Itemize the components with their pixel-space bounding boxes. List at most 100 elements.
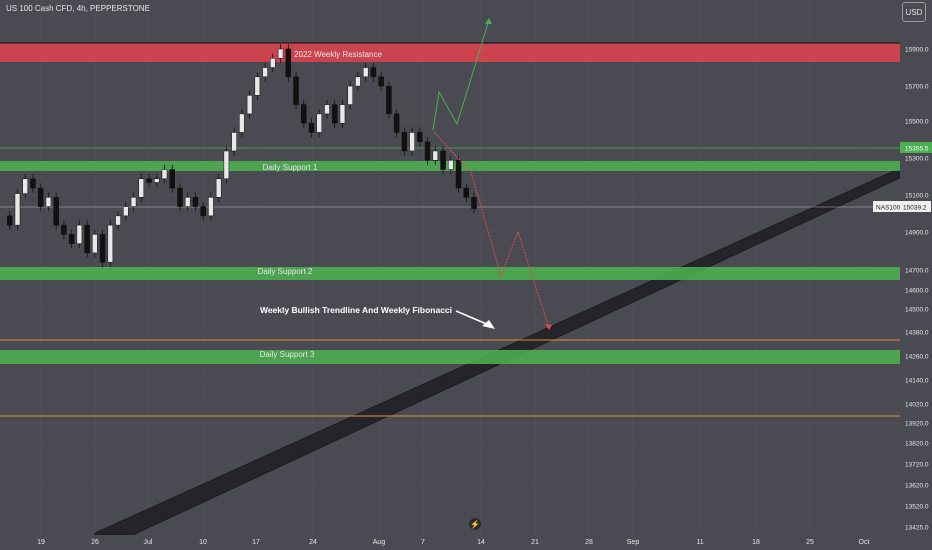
y-tick-label: 15900.0 [905, 47, 929, 54]
candle-body [177, 187, 183, 207]
x-tick-label: 28 [585, 539, 593, 546]
x-tick-label: 18 [752, 539, 760, 546]
y-tick-label: 14140.0 [905, 378, 929, 385]
zone-label: Daily Support 3 [260, 350, 315, 359]
candle-body [30, 178, 36, 189]
candle-body [223, 150, 230, 180]
y-tick-label: 15300.0 [905, 156, 929, 163]
candle-body [115, 215, 121, 226]
candle-body [53, 197, 59, 226]
y-tick-label: 15100.0 [905, 193, 929, 200]
candle-body [378, 76, 384, 87]
candle-body [331, 104, 338, 124]
candle-body [355, 76, 361, 87]
x-tick-label: 7 [421, 539, 425, 546]
zone-label: 2022 Weekly Resistance [294, 50, 382, 59]
y-tick-label: 15500.0 [905, 119, 929, 126]
candle-body [192, 197, 199, 207]
x-tick-label: Jul [144, 539, 153, 546]
chart-title: US 100 Cash CFD, 4h, PEPPERSTONE [6, 4, 150, 13]
candle-body [169, 169, 175, 189]
zone-label: Daily Support 2 [258, 267, 313, 276]
symbol-label: NAS100 [876, 205, 901, 212]
x-tick-label: Oct [859, 539, 870, 546]
candle-body [463, 187, 470, 198]
candle-body [254, 76, 261, 96]
candle-body [285, 48, 292, 78]
candle-body [107, 224, 114, 263]
candle-body [339, 104, 346, 124]
candle-body [6, 215, 13, 226]
candle-body [262, 67, 268, 78]
candle-body [138, 178, 145, 198]
candle-body [409, 132, 415, 152]
candle-body [45, 197, 52, 207]
candle-body [455, 159, 462, 189]
y-tick-label: 13520.0 [905, 504, 929, 511]
candle-body [14, 193, 21, 226]
y-tick-label: 14900.0 [905, 230, 929, 237]
candle-body [184, 197, 191, 207]
candle-body [393, 113, 400, 133]
candle-body [239, 113, 245, 133]
candle-body [208, 197, 214, 217]
y-tick-label: 14500.0 [905, 307, 929, 314]
x-tick-label: 14 [477, 539, 485, 546]
x-tick-label: 19 [37, 539, 45, 546]
candle-body [61, 224, 67, 235]
candle-body [448, 159, 454, 170]
y-tick-label: 13620.0 [905, 483, 929, 490]
x-tick-label: 17 [252, 539, 260, 546]
zone-label: Daily Support 1 [263, 163, 318, 172]
candle-body [316, 113, 322, 133]
y-tick-label: 13820.0 [905, 441, 929, 448]
currency-button[interactable]: USD [902, 2, 926, 22]
candle-body [215, 178, 222, 198]
candle-body [471, 197, 477, 209]
candle-body [37, 187, 44, 207]
candle-body [324, 104, 330, 115]
candle-body [401, 132, 408, 152]
annotation-text: Weekly Bullish Trendline And Weekly Fibo… [260, 305, 452, 315]
x-tick-label: 11 [696, 539, 703, 546]
candle-body [92, 234, 98, 254]
candle-body [440, 150, 446, 170]
candle-body [308, 122, 315, 133]
y-tick-label: 14700.0 [905, 268, 929, 275]
price-chart[interactable]: 2022 Weekly Resistance Daily Support 1 Dai… [0, 0, 932, 550]
y-tick-label: 14260.0 [905, 354, 929, 361]
candle-body [76, 224, 83, 244]
candle-body [231, 132, 237, 152]
candle-body [154, 178, 160, 183]
candle-body [424, 141, 431, 161]
y-tick-label: 14600.0 [905, 288, 929, 295]
y-tick-label: 13720.0 [905, 462, 929, 469]
candle-body [432, 150, 439, 161]
candle-body [362, 67, 369, 78]
chart-root: 2022 Weekly Resistance Daily Support 1 Dai… [0, 0, 932, 550]
candle-body [370, 67, 377, 78]
zone-band [0, 43, 900, 62]
x-tick-label: 26 [91, 539, 99, 546]
candle-body [22, 178, 28, 194]
candle-body [130, 197, 137, 207]
candle-body [200, 206, 206, 217]
candle-body [277, 48, 284, 59]
candle-body [417, 132, 423, 142]
y-tick-label: 14380.0 [905, 330, 929, 337]
zone-band [0, 267, 900, 280]
candle-body [146, 178, 152, 183]
last-price-label: 15039.2 [903, 205, 927, 212]
x-tick-label: Aug [373, 539, 386, 546]
y-tick-label: 15700.0 [905, 84, 929, 91]
zone-band [0, 350, 900, 364]
x-tick-label: 24 [309, 539, 317, 546]
y-tick-label: 13920.0 [905, 421, 929, 428]
candle-body [301, 104, 307, 124]
x-tick-label: 25 [806, 539, 814, 546]
y-tick-label: 13425.0 [905, 525, 929, 532]
tradingview-logo-icon[interactable]: ⚡ [469, 518, 481, 530]
candle-body [246, 95, 253, 115]
x-tick-label: 10 [199, 539, 207, 546]
x-tick-label: 21 [531, 539, 539, 546]
